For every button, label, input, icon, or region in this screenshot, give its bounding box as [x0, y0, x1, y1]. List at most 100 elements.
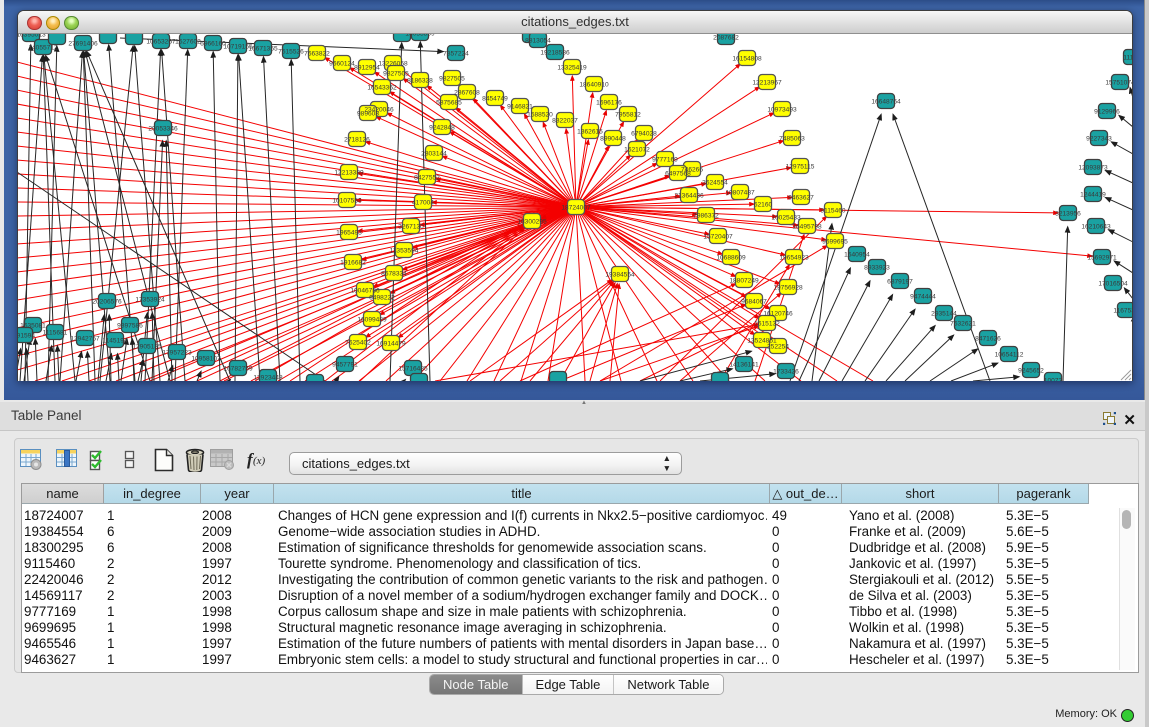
svg-text:(x): (x)	[253, 455, 266, 467]
svg-text:15720407: 15720407	[703, 234, 733, 241]
svg-text:7357224: 7357224	[443, 51, 469, 58]
svg-text:7663822: 7663822	[304, 51, 330, 58]
svg-text:9827505: 9827505	[439, 76, 465, 83]
svg-text:19756928: 19756928	[773, 285, 803, 292]
svg-text:9227343: 9227343	[1086, 136, 1112, 143]
svg-text:2718126: 2718126	[344, 137, 370, 144]
svg-text:7625402: 7625402	[345, 340, 371, 347]
svg-text:3213956: 3213956	[1055, 211, 1081, 218]
svg-text:7955812: 7955812	[615, 112, 641, 119]
svg-text:2087682: 2087682	[713, 35, 739, 42]
svg-text:18724007: 18724007	[561, 205, 591, 212]
svg-text:2803144: 2803144	[421, 151, 447, 158]
svg-text:10973493: 10973493	[767, 107, 797, 114]
svg-text:8427552: 8427552	[414, 175, 440, 182]
svg-text:19218586: 19218586	[540, 50, 570, 57]
svg-text:7485063: 7485063	[779, 136, 805, 143]
svg-text:10653267: 10653267	[146, 39, 176, 46]
svg-text:8912954: 8912954	[354, 65, 380, 72]
svg-text:11353594: 11353594	[390, 248, 419, 255]
svg-text:16033809: 16033809	[405, 34, 435, 38]
svg-text:8933923: 8933923	[864, 265, 890, 272]
svg-text:12213967: 12213967	[752, 80, 782, 87]
svg-text:18807249: 18807249	[729, 278, 759, 285]
svg-text:1244419: 1244419	[1080, 192, 1106, 199]
svg-text:1916682: 1916682	[340, 260, 366, 267]
svg-text:12213389: 12213389	[334, 170, 364, 177]
svg-text:9245652: 9245652	[1018, 368, 1044, 375]
svg-text:417004: 417004	[412, 200, 434, 207]
svg-text:16120746: 16120746	[763, 311, 793, 318]
svg-text:8186328: 8186328	[407, 78, 433, 85]
svg-text:3267130: 3267130	[398, 224, 424, 231]
svg-text:14055712: 14055712	[28, 45, 58, 52]
svg-text:3624554: 3624554	[702, 180, 728, 187]
svg-text:9129966: 9129966	[1094, 109, 1120, 116]
svg-text:1167533: 1167533	[1113, 308, 1132, 315]
svg-text:9463627: 9463627	[788, 195, 814, 202]
svg-text:16495798: 16495798	[792, 224, 822, 231]
svg-text:13226058: 13226058	[378, 61, 408, 68]
svg-text:1635081: 1635081	[20, 323, 46, 330]
svg-text:8454749: 8454749	[482, 96, 508, 103]
svg-text:16210643: 16210643	[1081, 224, 1111, 231]
svg-text:16648764: 16648764	[871, 99, 901, 106]
svg-text:18640910: 18640910	[579, 82, 609, 89]
svg-text:16914479: 16914479	[376, 341, 406, 348]
svg-text:5875685: 5875685	[436, 100, 462, 107]
svg-text:1621072: 1621072	[624, 147, 650, 154]
svg-text:1640954: 1640954	[844, 252, 870, 259]
svg-text:17957223: 17957223	[162, 350, 192, 357]
svg-text:10046756: 10046756	[350, 288, 380, 295]
svg-text:8678334: 8678334	[381, 271, 407, 278]
svg-text:27691406: 27691406	[68, 41, 98, 48]
svg-text:21364436: 21364436	[674, 193, 704, 200]
svg-text:10688609: 10688609	[716, 255, 746, 262]
svg-text:252254: 252254	[767, 344, 789, 351]
svg-text:12923448: 12923448	[253, 375, 283, 382]
svg-text:1527602: 1527602	[175, 39, 201, 46]
svg-text:12975115: 12975115	[786, 164, 815, 171]
svg-text:1362615: 1362615	[577, 129, 603, 136]
svg-text:7986372: 7986372	[693, 213, 719, 220]
svg-text:13325419: 13325419	[557, 65, 587, 72]
svg-text:8813054: 8813054	[525, 38, 551, 45]
svg-text:9457791: 9457791	[332, 362, 358, 369]
svg-text:16671355: 16671355	[248, 46, 278, 53]
svg-text:11123: 11123	[1123, 55, 1132, 62]
svg-text:2867608: 2867608	[454, 90, 480, 97]
svg-text:10025433: 10025433	[771, 215, 801, 222]
svg-text:9474444: 9474444	[910, 294, 936, 301]
svg-text:8471626: 8471626	[975, 336, 1001, 343]
svg-text:29053346: 29053346	[148, 126, 178, 133]
svg-text:9146821: 9146821	[507, 104, 533, 111]
svg-text:10958107: 10958107	[191, 356, 221, 363]
svg-text:9827505: 9827505	[383, 71, 409, 78]
svg-text:17353924: 17353924	[135, 297, 165, 304]
svg-text:1733426: 1733426	[773, 369, 799, 376]
svg-text:9242848: 9242848	[429, 125, 455, 132]
svg-text:9660124: 9660124	[329, 61, 355, 68]
svg-text:12093873: 12093873	[1078, 165, 1108, 172]
svg-text:9699695: 9699695	[822, 239, 848, 246]
svg-text:7632621: 7632621	[950, 321, 976, 328]
svg-text:8322037: 8322037	[552, 118, 578, 125]
svg-text:1588520: 1588520	[527, 112, 553, 119]
svg-text:9115460: 9115460	[820, 208, 846, 215]
svg-text:17016504: 17016504	[1098, 281, 1128, 288]
svg-text:15716485: 15716485	[398, 366, 428, 373]
svg-text:8990448: 8990448	[600, 136, 626, 143]
svg-text:2935144: 2935144	[931, 311, 957, 318]
svg-text:20206576: 20206576	[92, 299, 122, 306]
svg-text:6879197: 6879197	[887, 279, 913, 286]
svg-text:14136141: 14136141	[729, 362, 759, 369]
svg-text:18300295: 18300295	[517, 219, 547, 226]
svg-text:6794028: 6794028	[631, 131, 657, 138]
svg-text:1145194: 1145194	[102, 338, 128, 345]
svg-text:10654112: 10654112	[995, 352, 1024, 359]
svg-text:16154808: 16154808	[732, 56, 762, 63]
svg-text:9777169: 9777169	[652, 157, 678, 164]
svg-text:16782759: 16782759	[223, 366, 253, 373]
svg-text:1615132: 1615132	[754, 321, 780, 328]
svg-text:6498222: 6498222	[369, 295, 395, 302]
